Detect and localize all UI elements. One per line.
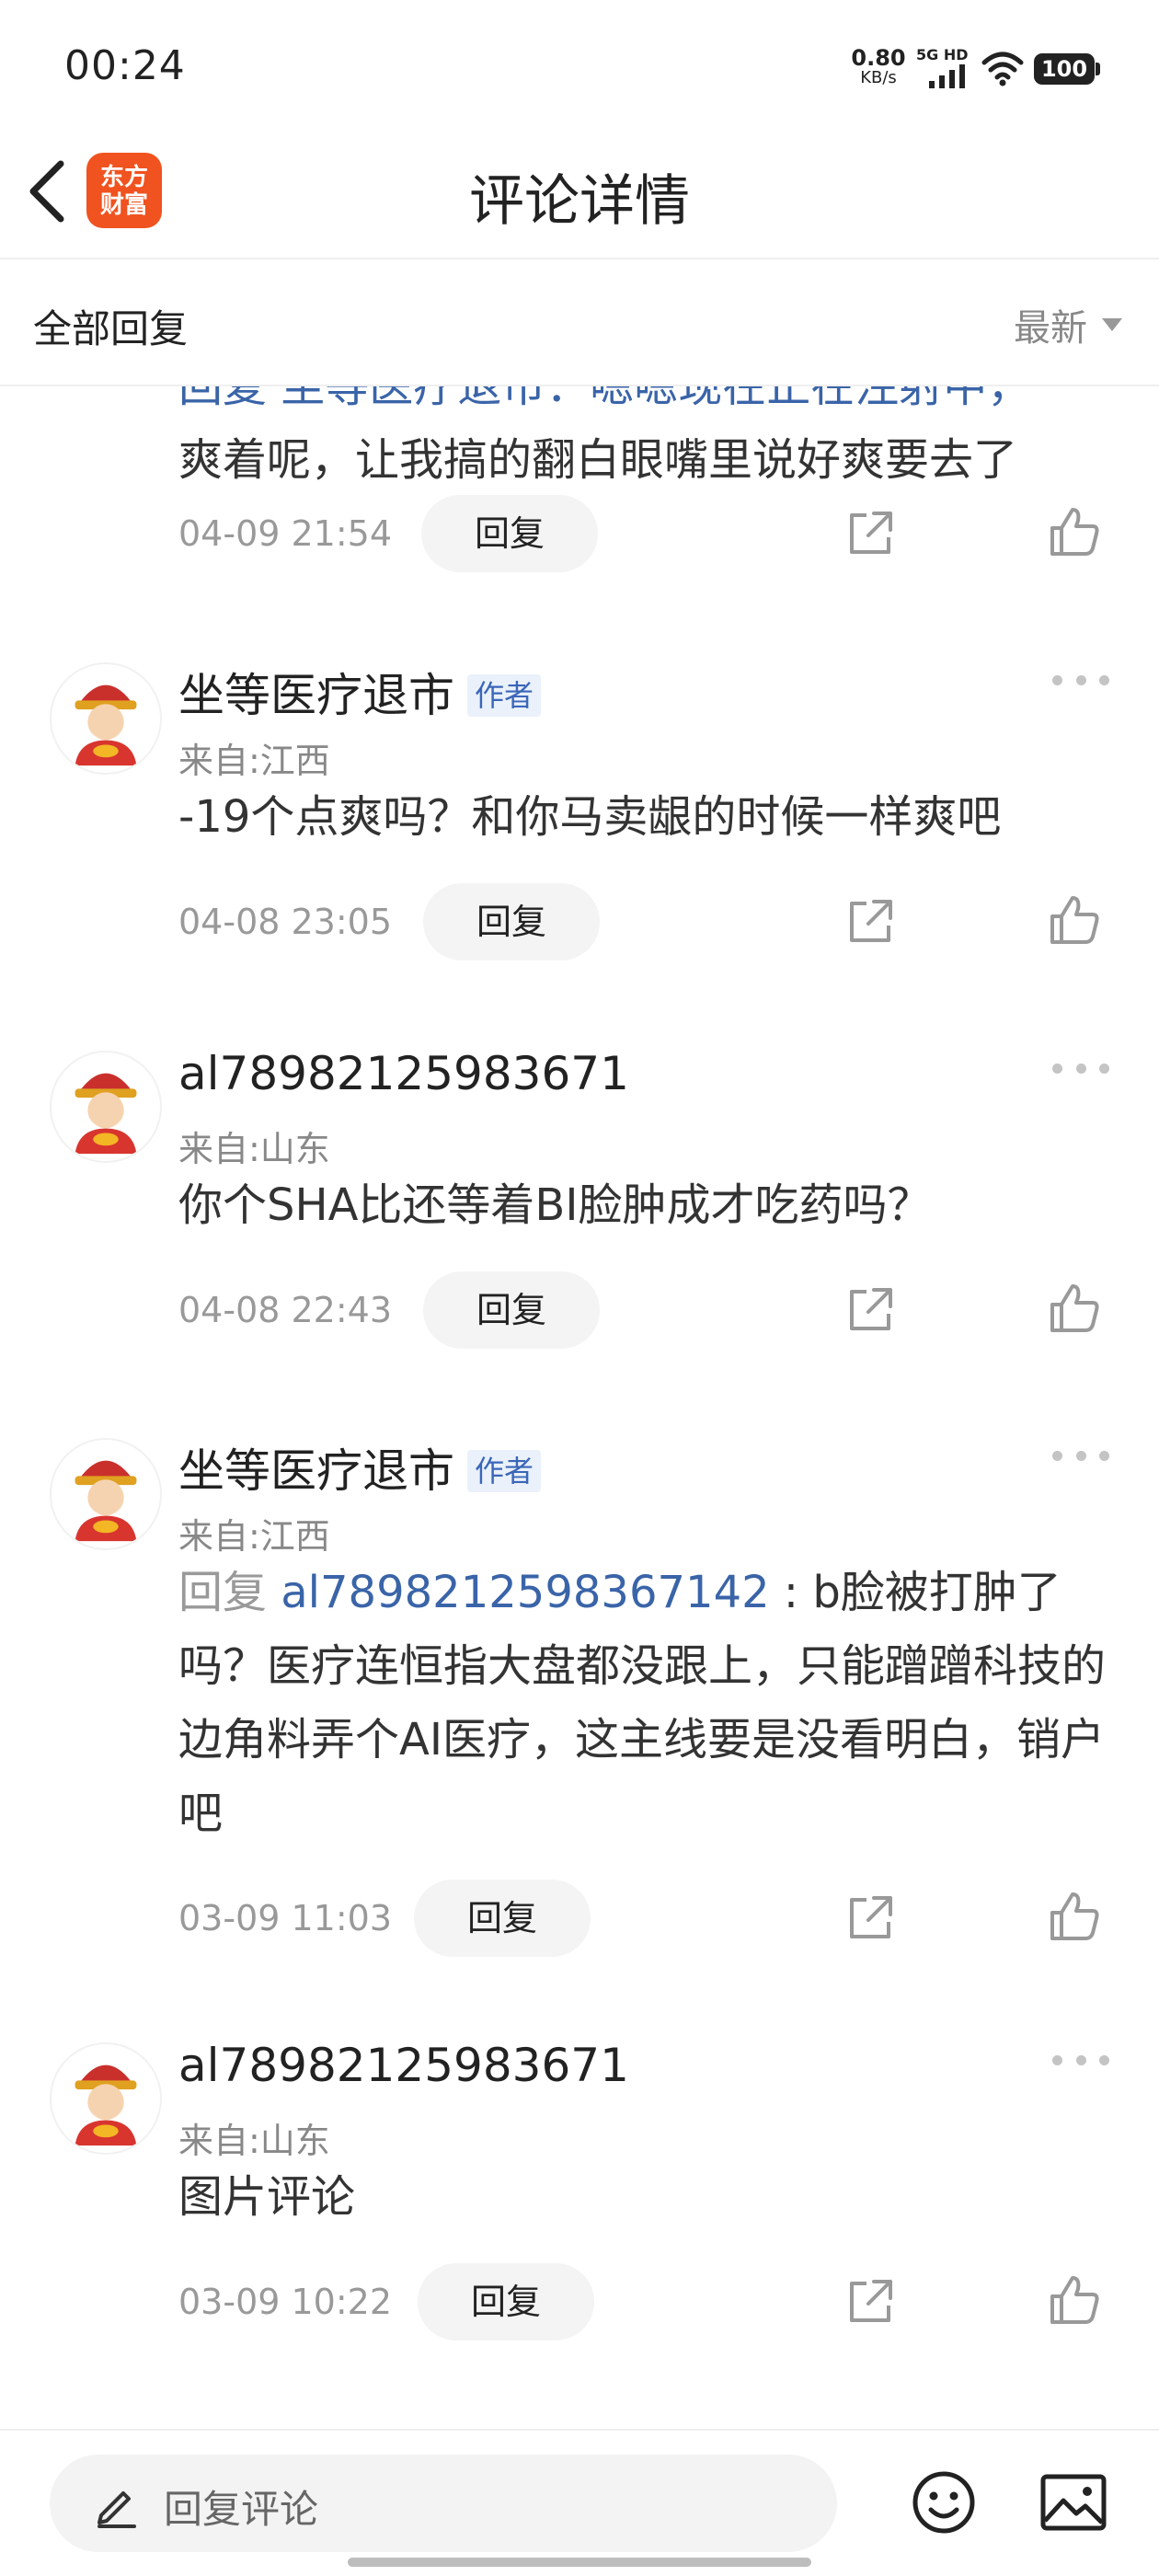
avatar[interactable]	[50, 662, 162, 775]
emoji-icon[interactable]	[911, 2469, 977, 2536]
reply-placeholder: 回复评论	[164, 2487, 319, 2532]
author-tag: 作者	[467, 674, 542, 717]
network-speed-value: 0.80	[851, 45, 906, 71]
share-icon[interactable]	[843, 506, 898, 561]
more-icon[interactable]	[1052, 2046, 1109, 2074]
comment-location: 来自:江西	[178, 1516, 330, 1557]
more-icon[interactable]	[1052, 1054, 1109, 1082]
mention-link[interactable]: al7898212598367142	[281, 1567, 769, 1618]
more-icon[interactable]	[1052, 1442, 1109, 1469]
comment-item: al78982125983671 来自:山东 图片评论 03-09 10:22 …	[0, 2039, 1159, 2410]
status-time: 00:24	[64, 42, 186, 89]
app-header: 东方 财富 评论详情	[0, 129, 1159, 259]
bottom-reply-bar: 回复评论	[0, 2429, 1159, 2576]
like-icon[interactable]	[1047, 1889, 1102, 1944]
comment-time: 04-09 21:54	[178, 513, 393, 554]
comment-content: -19个点爽吗？和你马卖龈的时候一样爽吧	[178, 791, 1002, 843]
avatar-image	[52, 664, 160, 773]
reply-button[interactable]: 回复	[423, 883, 600, 960]
comment-content-line-2: 爽着呢，让我搞的翻白眼嘴里说好爽要去了	[178, 434, 1018, 486]
more-icon[interactable]	[1052, 666, 1109, 694]
comment-list: 回复 坐等医疗退市：嗯嗯现在正在注射中， 爽着呢，让我搞的翻白眼嘴里说好爽要去了…	[0, 386, 1159, 2410]
username-text[interactable]: 坐等医疗退市	[178, 1444, 454, 1498]
comment-time: 04-08 22:43	[178, 1290, 393, 1330]
comment-item: al78982125983671 来自:山东 你个SHA比还等着BI脸肿成才吃药…	[0, 1047, 1159, 1437]
reply-button[interactable]: 回复	[418, 2263, 594, 2340]
status-bar: 00:24 0.80 KB/s 5G HD 100	[0, 0, 1159, 129]
page-title: 评论详情	[469, 169, 690, 234]
comment-time: 03-09 10:22	[178, 2282, 393, 2322]
share-icon[interactable]	[843, 894, 898, 949]
filter-bar: 全部回复 最新	[0, 259, 1159, 386]
network-speed-unit: KB/s	[860, 68, 897, 87]
reply-button[interactable]: 回复	[414, 1880, 591, 1957]
like-icon[interactable]	[1047, 892, 1102, 948]
reply-button[interactable]: 回复	[423, 1271, 600, 1349]
comment-content: 图片评论	[178, 2171, 356, 2223]
comment-content-line-1: 回复 坐等医疗退市：嗯嗯现在正在注射中，	[178, 386, 1032, 412]
comment-content: 回复 al7898212598367142 : b脸被打肿了吗？医疗连恒指大盘都…	[178, 1556, 1107, 1850]
comment-content: 你个SHA比还等着BI脸肿成才吃药吗？	[178, 1179, 932, 1231]
username-text[interactable]: 坐等医疗退市	[178, 669, 454, 722]
author-tag: 作者	[467, 1450, 542, 1492]
comment-location: 来自:山东	[178, 2121, 330, 2161]
avatar[interactable]	[50, 1051, 162, 1163]
comment-username[interactable]: 坐等医疗退市 作者	[178, 1434, 542, 1501]
reply-input[interactable]: 回复评论	[50, 2455, 837, 2552]
signal-label: 5G HD	[916, 46, 969, 63]
share-icon[interactable]	[843, 1282, 898, 1338]
sort-label[interactable]: 最新	[1014, 298, 1087, 351]
comment-username[interactable]: 坐等医疗退市 作者	[178, 659, 542, 725]
all-replies-label: 全部回复	[33, 306, 189, 351]
signal-icon	[929, 64, 965, 88]
comment-username[interactable]: al78982125983671	[178, 2039, 629, 2092]
avatar-image	[52, 1052, 160, 1161]
comment-username[interactable]: al78982125983671	[178, 1047, 629, 1100]
comment-item: 回复 坐等医疗退市：嗯嗯现在正在注射中， 爽着呢，让我搞的翻白眼嘴里说好爽要去了…	[0, 386, 1159, 681]
comment-time: 03-09 11:03	[178, 1898, 393, 1938]
wifi-icon	[981, 52, 1024, 86]
like-icon[interactable]	[1047, 1281, 1102, 1336]
sort-dropdown[interactable]: 最新	[1014, 298, 1122, 351]
share-icon[interactable]	[843, 1891, 898, 1946]
comment-content: 回复 坐等医疗退市：嗯嗯现在正在注射中， 爽着呢，让我搞的翻白眼嘴里说好爽要去了	[178, 386, 1107, 497]
comment-location: 来自:山东	[178, 1129, 330, 1169]
home-indicator[interactable]	[348, 2558, 811, 2567]
comment-item: 坐等医疗退市 作者 来自:江西 -19个点爽吗？和你马卖龈的时候一样爽吧 04-0…	[0, 662, 1159, 1049]
reply-colon: :	[769, 1567, 813, 1618]
comment-location: 来自:江西	[178, 741, 330, 781]
share-icon[interactable]	[843, 2274, 898, 2329]
battery-indicator: 100	[1034, 53, 1095, 85]
network-speed: 0.80 KB/s	[850, 45, 907, 88]
like-icon[interactable]	[1047, 2272, 1102, 2328]
avatar-image	[52, 2044, 160, 2153]
dropdown-arrow-icon[interactable]	[1102, 318, 1122, 331]
pencil-icon	[98, 2491, 136, 2528]
comment-time: 04-08 23:05	[178, 902, 393, 942]
comment-item: 坐等医疗退市 作者 来自:江西 回复 al7898212598367142 : b…	[0, 1438, 1159, 2027]
image-icon[interactable]	[1039, 2473, 1107, 2532]
avatar-image	[52, 1440, 160, 1548]
reply-prefix: 回复	[178, 1567, 281, 1618]
battery-tip	[1096, 63, 1100, 75]
avatar[interactable]	[50, 2042, 162, 2155]
reply-button[interactable]: 回复	[421, 495, 598, 572]
like-icon[interactable]	[1047, 504, 1102, 559]
avatar[interactable]	[50, 1438, 162, 1550]
